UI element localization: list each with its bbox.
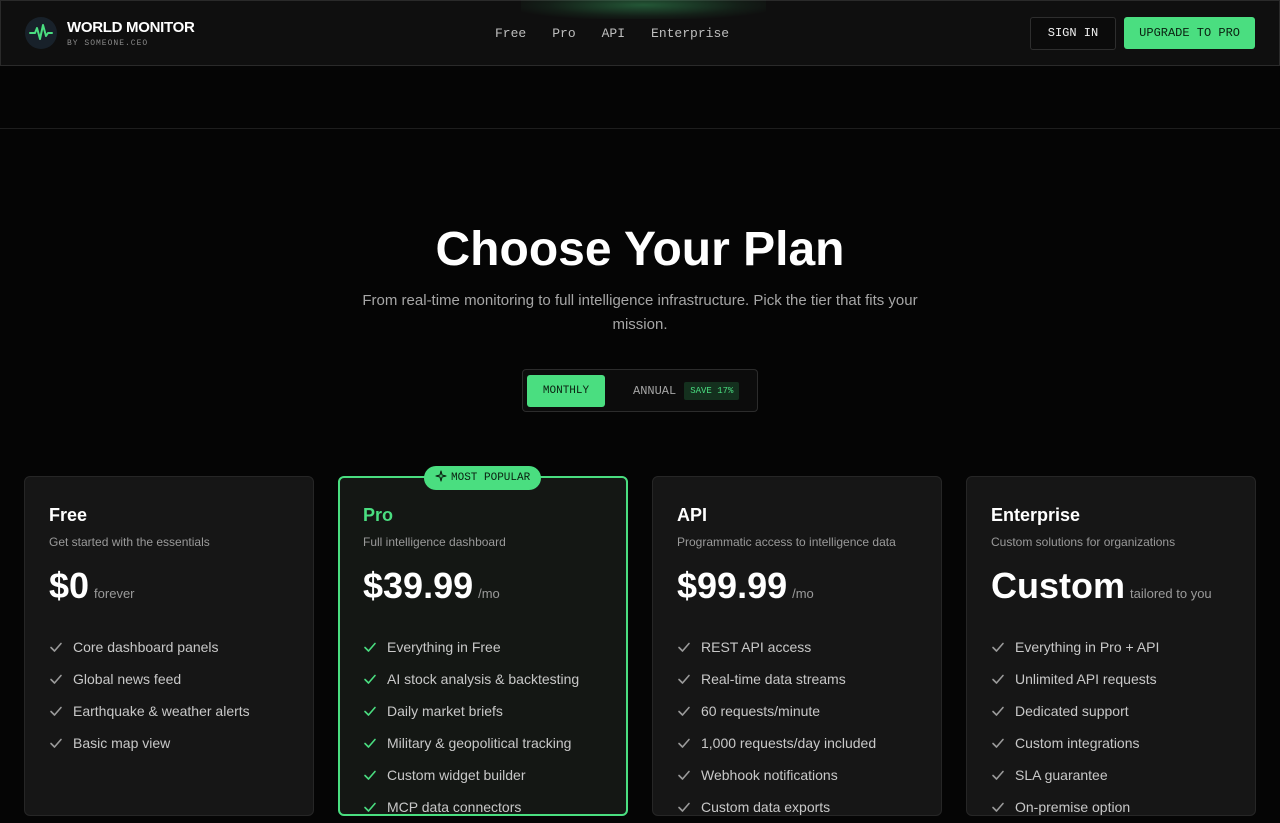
plan-description: Get started with the essentials <box>49 535 210 549</box>
plan-period: tailored to you <box>1130 586 1212 601</box>
plan-card-pro: MOST POPULAR Pro Full intelligence dashb… <box>338 466 628 816</box>
plan-description: Full intelligence dashboard <box>363 535 506 549</box>
monthly-toggle-button[interactable]: MONTHLY <box>527 374 605 407</box>
feature-list: Core dashboard panels Global news feed E… <box>49 631 289 759</box>
section-divider <box>0 128 1280 129</box>
plan-name: Pro <box>363 505 394 525</box>
check-icon <box>49 736 63 750</box>
plan-price: Custom <box>991 565 1125 606</box>
plan-price: $39.99 <box>363 565 474 606</box>
feature-item: 60 requests/minute <box>677 695 917 727</box>
feature-list: REST API access Real-time data streams 6… <box>677 631 917 823</box>
check-icon <box>363 672 377 686</box>
top-header: WORLD MONITOR BY SOMEONE.CEO Free Pro AP… <box>0 0 1280 66</box>
feature-item: MCP data connectors <box>363 791 603 823</box>
brand-name: WORLD MONITOR <box>67 18 195 36</box>
check-icon <box>677 704 691 718</box>
annual-label: ANNUAL <box>633 383 677 398</box>
billing-toggle: MONTHLY ANNUAL SAVE 17% <box>522 369 758 412</box>
plan-card-free: Free Get started with the essentials $0 … <box>24 476 314 816</box>
check-icon <box>363 640 377 654</box>
feature-item: Daily market briefs <box>363 695 603 727</box>
feature-item: AI stock analysis & backtesting <box>363 663 603 695</box>
feature-item: Earthquake & weather alerts <box>49 695 289 727</box>
save-badge: SAVE 17% <box>684 381 740 400</box>
check-icon <box>991 736 1005 750</box>
feature-item: REST API access <box>677 631 917 663</box>
nav-link-pro[interactable]: Pro <box>552 26 575 41</box>
plan-period: forever <box>94 586 135 601</box>
plan-description: Programmatic access to intelligence data <box>677 535 896 549</box>
feature-item: Global news feed <box>49 663 289 695</box>
check-icon <box>363 768 377 782</box>
check-icon <box>677 672 691 686</box>
feature-item: Dedicated support <box>991 695 1231 727</box>
check-icon <box>677 736 691 750</box>
brand-subtitle: BY SOMEONE.CEO <box>67 38 149 48</box>
feature-item: Custom widget builder <box>363 759 603 791</box>
plan-name: Free <box>49 505 88 525</box>
plan-card-api: API Programmatic access to intelligence … <box>652 476 942 816</box>
most-popular-badge: MOST POPULAR <box>424 466 542 490</box>
feature-list: Everything in Pro + API Unlimited API re… <box>991 631 1231 823</box>
check-icon <box>363 800 377 814</box>
plan-description: Custom solutions for organizations <box>991 535 1176 549</box>
sparkle-icon <box>435 470 447 486</box>
feature-item: SLA guarantee <box>991 759 1231 791</box>
check-icon <box>991 640 1005 654</box>
plan-name: Enterprise <box>991 505 1081 525</box>
feature-item: Real-time data streams <box>677 663 917 695</box>
nav-link-enterprise[interactable]: Enterprise <box>651 26 729 41</box>
feature-item: Core dashboard panels <box>49 631 289 663</box>
feature-item: Everything in Free <box>363 631 603 663</box>
check-icon <box>363 704 377 718</box>
brand[interactable]: WORLD MONITOR BY SOMEONE.CEO <box>25 17 195 49</box>
plan-price: $99.99 <box>677 565 788 606</box>
plan-period: /mo <box>478 586 500 601</box>
check-icon <box>677 768 691 782</box>
feature-item: Unlimited API requests <box>991 663 1231 695</box>
feature-item: Custom integrations <box>991 727 1231 759</box>
check-icon <box>991 704 1005 718</box>
plan-card-enterprise: Enterprise Custom solutions for organiza… <box>966 476 1256 816</box>
plan-period: /mo <box>792 586 814 601</box>
check-icon <box>49 640 63 654</box>
sign-in-button[interactable]: SIGN IN <box>1029 16 1117 50</box>
feature-item: Military & geopolitical tracking <box>363 727 603 759</box>
nav-link-api[interactable]: API <box>602 26 625 41</box>
feature-item: On-premise option <box>991 791 1231 823</box>
check-icon <box>677 800 691 814</box>
page-subtitle: From real-time monitoring to full intell… <box>362 292 918 333</box>
feature-item: Everything in Pro + API <box>991 631 1231 663</box>
check-icon <box>991 768 1005 782</box>
pulse-logo-icon <box>25 17 57 49</box>
upgrade-button[interactable]: UPGRADE TO PRO <box>1124 17 1255 49</box>
feature-item: 1,000 requests/day included <box>677 727 917 759</box>
check-icon <box>677 640 691 654</box>
check-icon <box>49 672 63 686</box>
feature-item: Custom data exports <box>677 791 917 823</box>
annual-toggle-button[interactable]: ANNUAL SAVE 17% <box>633 381 740 400</box>
check-icon <box>49 704 63 718</box>
plan-price: $0 <box>49 565 90 606</box>
check-icon <box>363 736 377 750</box>
feature-item: Webhook notifications <box>677 759 917 791</box>
check-icon <box>991 672 1005 686</box>
nav-link-free[interactable]: Free <box>495 26 526 41</box>
plan-name: API <box>677 505 708 525</box>
main-nav: Free Pro API Enterprise <box>495 1 729 65</box>
feature-list: Everything in Free AI stock analysis & b… <box>363 631 603 823</box>
check-icon <box>991 800 1005 814</box>
page-title: Choose Your Plan <box>435 223 845 276</box>
feature-item: Basic map view <box>49 727 289 759</box>
